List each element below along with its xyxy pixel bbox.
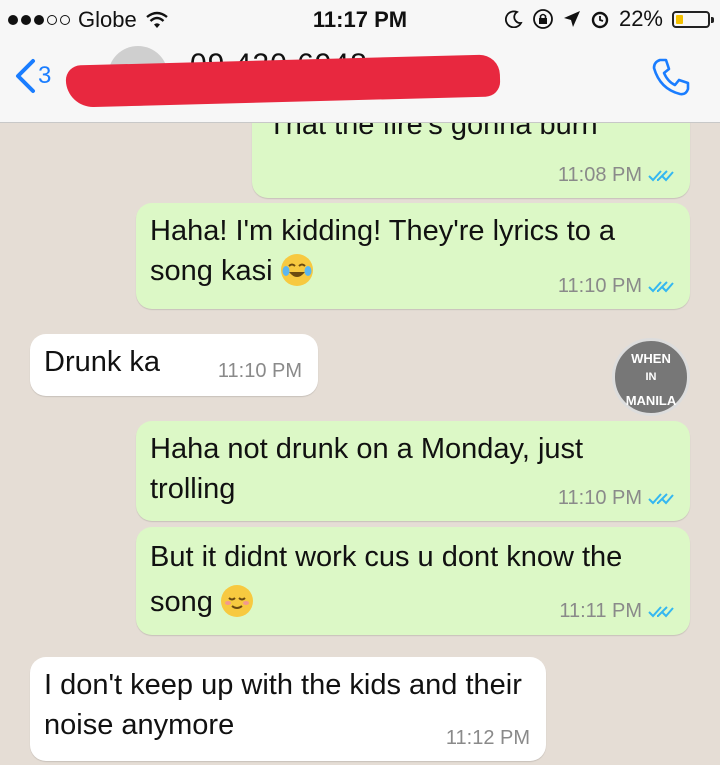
message-bubble-incoming[interactable]: I don't keep up with the kids and their … (30, 657, 546, 761)
alarm-icon (591, 11, 609, 29)
message-meta: 11:12 PM (446, 725, 530, 753)
message-bubble-outgoing[interactable]: That the fire's gonna burn 11:08 PM (252, 123, 690, 198)
message-meta: 11:10 PM (558, 485, 674, 513)
message-bubble-outgoing[interactable]: Haha! I'm kidding! They're lyrics to a s… (136, 203, 690, 309)
face-with-tears-of-joy-icon (280, 254, 313, 287)
chevron-left-icon (16, 59, 35, 93)
relieved-face-icon (220, 584, 253, 617)
battery-icon (672, 10, 714, 28)
moon-icon (504, 10, 523, 28)
status-icons: 22% (504, 6, 714, 32)
message-meta: 11:10 PM (218, 358, 302, 386)
rotation-lock-icon (533, 9, 553, 29)
read-receipt-icon (648, 281, 674, 293)
message-bubble-outgoing[interactable]: Haha not drunk on a Monday, just trollin… (136, 421, 690, 521)
message-meta: 11:10 PM (558, 273, 674, 301)
battery-percent: 22% (618, 6, 663, 31)
read-receipt-icon (648, 170, 674, 182)
read-receipt-icon (648, 493, 674, 505)
read-receipt-icon (648, 605, 674, 617)
watermark-line-1: WHEN (631, 351, 671, 366)
phone-icon (652, 58, 690, 96)
watermark-line-2: IN (645, 371, 657, 383)
when-in-manila-logo: WHEN IN MANILA (612, 338, 690, 416)
back-unread-count: 3 (38, 62, 52, 89)
message-bubble-incoming[interactable]: Drunk ka 11:10 PM (30, 334, 318, 396)
watermark-line-3: MANILA (625, 393, 677, 408)
message-meta: 11:11 PM (559, 596, 674, 627)
call-button[interactable] (650, 56, 692, 103)
status-bar: Globe 11:17 PM 22% (0, 0, 720, 40)
chat-area[interactable]: That the fire's gonna burn 11:08 PM Haha… (0, 123, 720, 765)
message-time: 11:10 PM (557, 487, 642, 510)
message-text: That the fire's gonna burn (268, 123, 598, 141)
message-time: 11:08 PM (557, 164, 642, 187)
chat-header: 3 09 420 6948 (0, 40, 720, 123)
message-text: Haha! I'm kidding! They're lyrics to a s… (150, 215, 616, 288)
message-time: 11:11 PM (559, 600, 642, 622)
back-button[interactable]: 3 (14, 58, 51, 94)
location-arrow-icon (563, 11, 580, 27)
message-time: 11:10 PM (217, 360, 302, 383)
message-time: 11:10 PM (557, 275, 642, 298)
message-meta: 11:08 PM (558, 162, 674, 190)
message-time: 11:12 PM (445, 727, 530, 750)
message-bubble-outgoing[interactable]: But it didnt work cus u dont know the so… (136, 527, 690, 635)
